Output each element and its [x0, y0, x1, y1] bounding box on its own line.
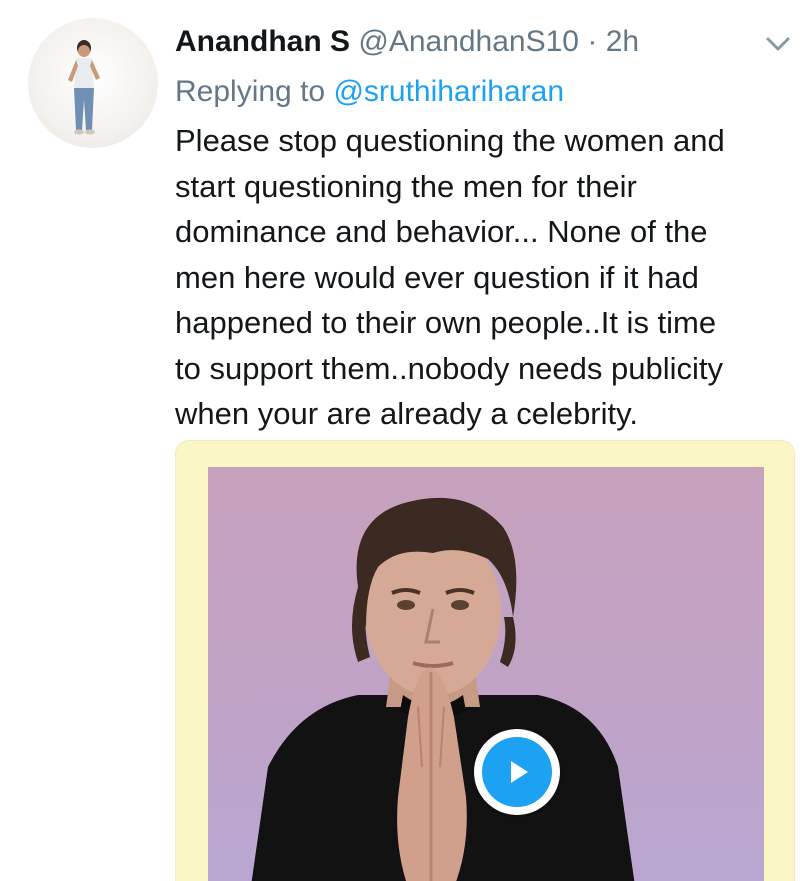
play-icon[interactable] [482, 737, 552, 807]
display-name[interactable]: Anandhan S [175, 25, 350, 58]
tweet-text-line: men here would ever question if it had [175, 259, 699, 295]
media-card[interactable] [175, 440, 795, 881]
video-person-image [251, 497, 635, 881]
avatar-image [68, 40, 100, 135]
tweet-text-line: Please stop questioning the women and [175, 123, 725, 158]
tweet-text-line: to support them..nobody needs publicity [175, 350, 724, 386]
tweet-text-line: when your are already a celebrity. [175, 396, 638, 431]
chevron-down-icon[interactable] [764, 34, 792, 54]
separator: · [587, 25, 598, 58]
replying-to: Replying to @sruthihariharan [175, 72, 564, 112]
tweet-text-line: happened to their own people..It is time [175, 305, 717, 340]
tweet-text-line: start questioning the men for their [175, 168, 637, 204]
tweet-text: Please stop questioning the women and st… [175, 118, 800, 437]
tweet[interactable]: Anandhan S @AnandhanS10 · 2h Replying to… [0, 0, 806, 881]
replying-to-label: Replying to [175, 75, 334, 108]
tweet-text-line: dominance and behavior... None of the [175, 214, 708, 249]
tweet-header: Anandhan S @AnandhanS10 · 2h [175, 22, 775, 62]
timestamp[interactable]: 2h [606, 25, 639, 58]
play-button[interactable] [474, 729, 560, 815]
video-thumbnail[interactable] [208, 467, 764, 881]
avatar[interactable] [28, 18, 158, 148]
user-handle[interactable]: @AnandhanS10 [358, 25, 579, 58]
replying-to-mention[interactable]: @sruthihariharan [333, 75, 564, 108]
